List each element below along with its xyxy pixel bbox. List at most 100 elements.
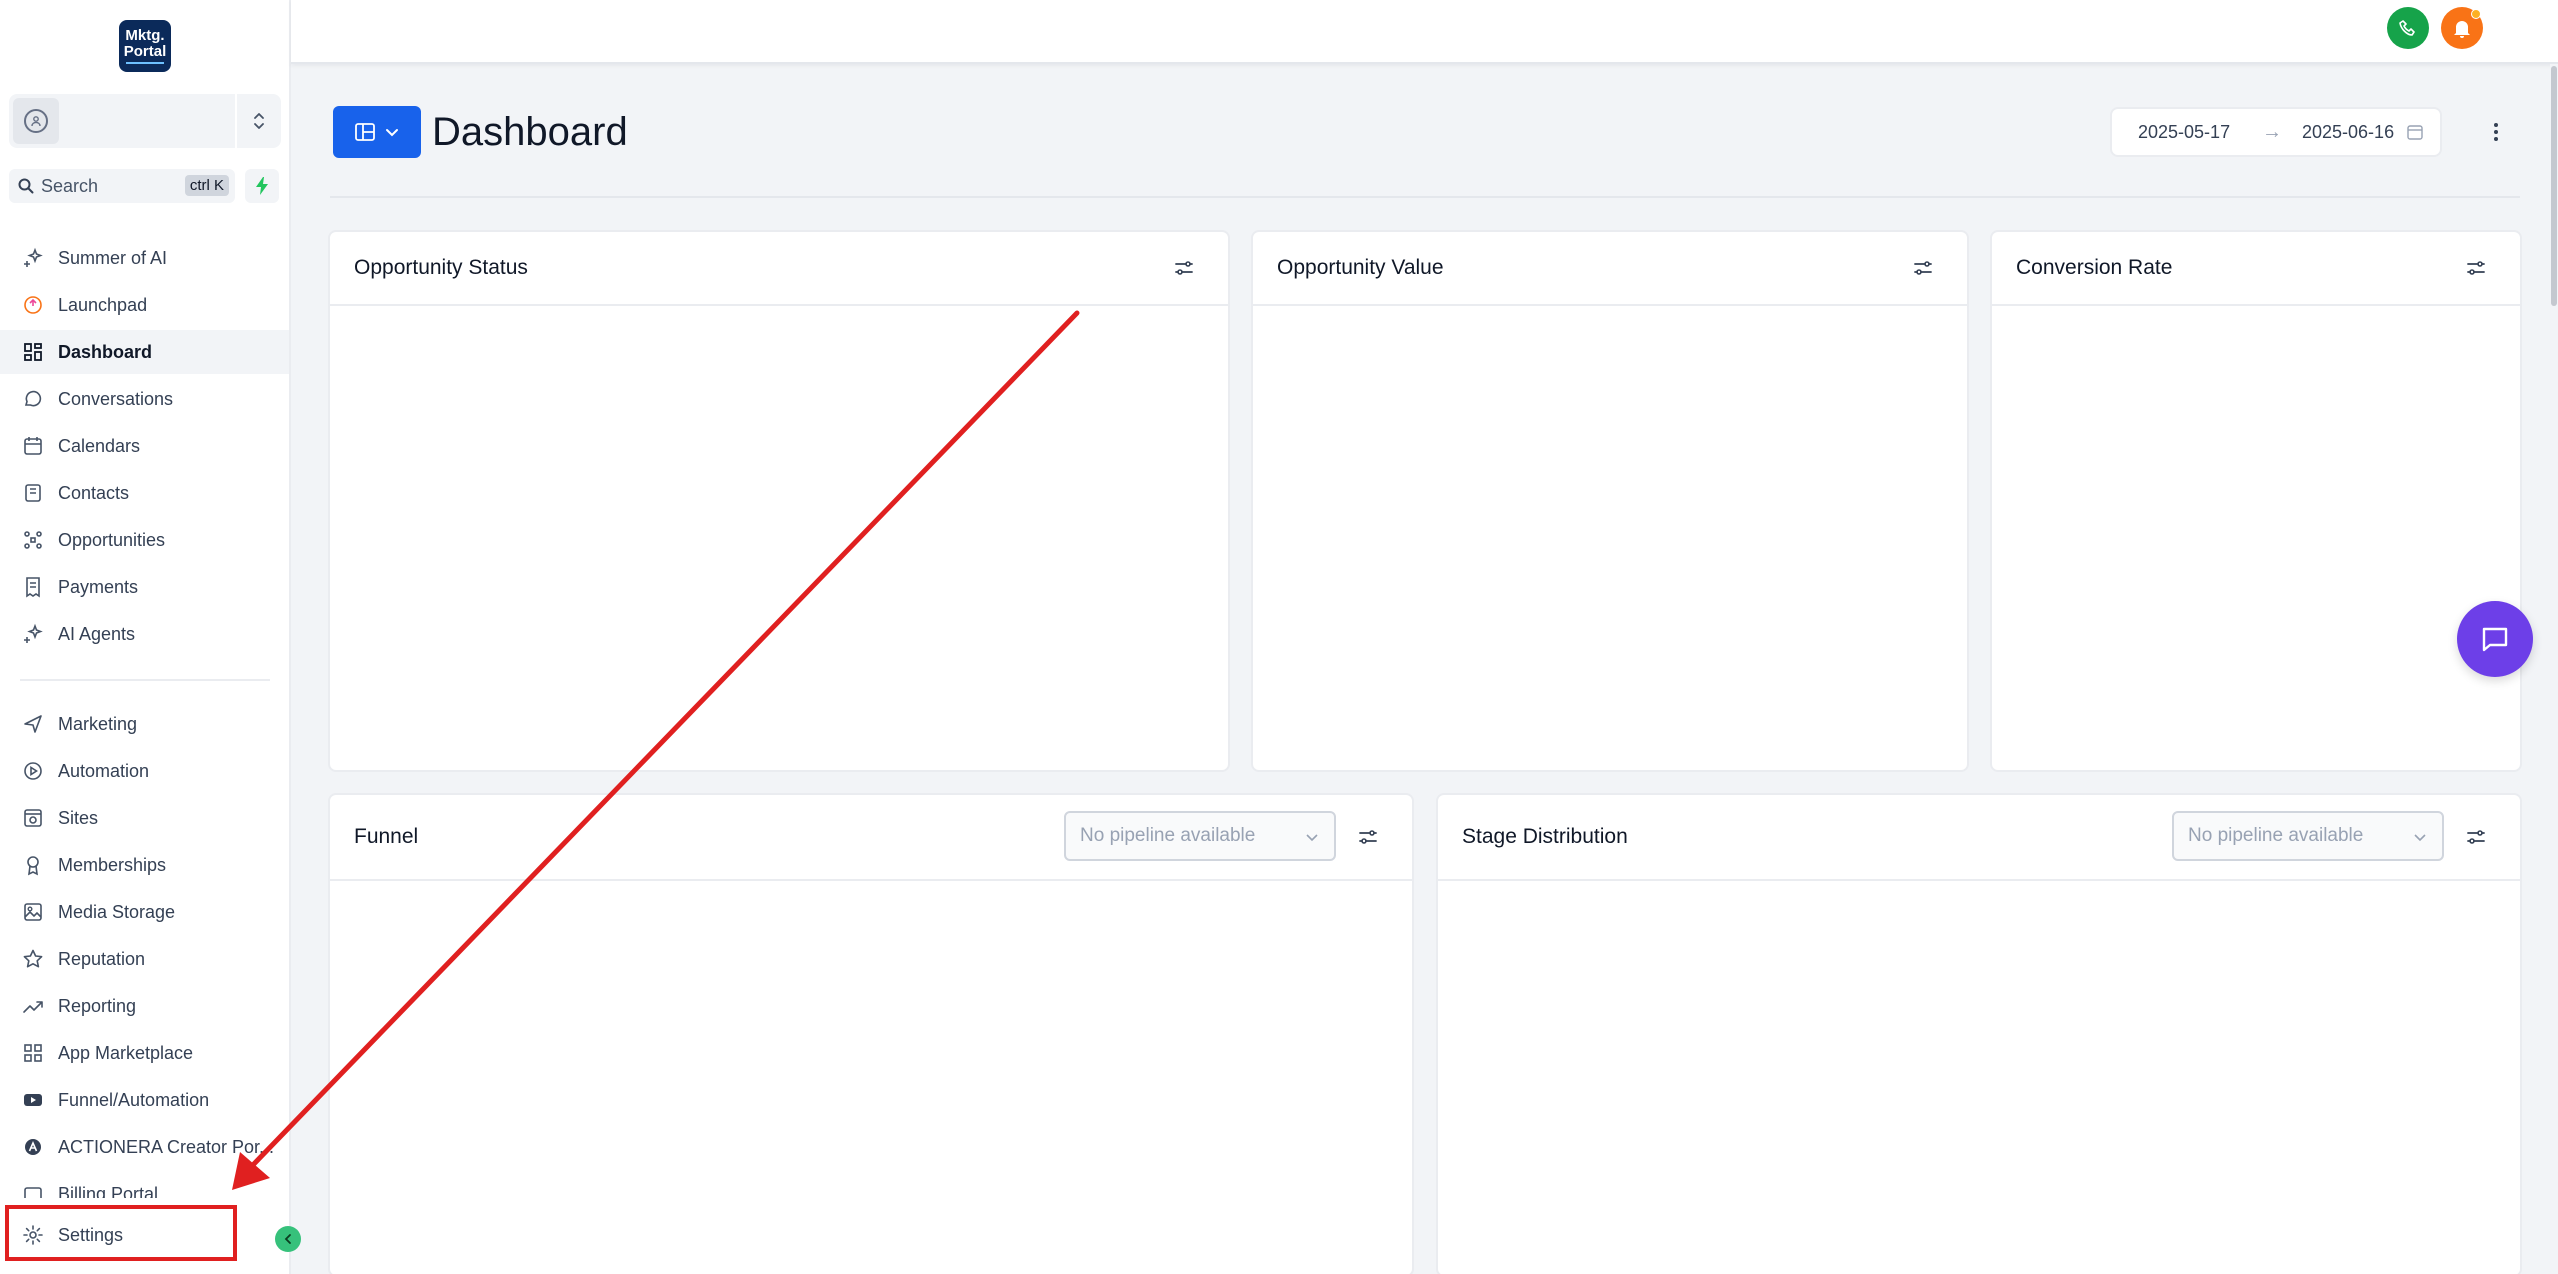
sparkle-icon: [22, 623, 44, 645]
scrollbar-thumb[interactable]: [2551, 66, 2557, 306]
sidebar-item-ai-agents[interactable]: AI Agents: [0, 612, 289, 656]
contacts-icon: [22, 482, 44, 504]
receipt-icon: [22, 576, 44, 598]
sidebar-item-dashboard[interactable]: Dashboard: [0, 330, 289, 374]
avatar: [13, 98, 59, 144]
card-title: Opportunity Status: [354, 256, 528, 279]
card-opportunity-status: Opportunity Status: [328, 230, 1230, 772]
top-bar: [291, 0, 2558, 64]
apps-icon: [22, 1042, 44, 1064]
sidebar-item-memberships[interactable]: Memberships: [0, 843, 289, 887]
card-conversion-rate: Conversion Rate: [1990, 230, 2522, 772]
pipeline-select[interactable]: No pipeline available: [2172, 811, 2444, 861]
sparkle-icon: [22, 247, 44, 269]
date-end[interactable]: 2025-06-16: [2302, 122, 2394, 143]
rocket-icon: [22, 294, 44, 316]
card-title: Opportunity Value: [1277, 256, 1444, 279]
layout-icon: [355, 123, 375, 141]
brand-logo[interactable]: Mktg. Portal: [119, 20, 171, 72]
trend-icon: [22, 995, 44, 1017]
sidebar-item-media-storage[interactable]: Media Storage: [0, 890, 289, 934]
filter-icon[interactable]: [1911, 256, 1935, 280]
message-icon: [2482, 627, 2508, 652]
search-shortcut: ctrl K: [184, 175, 229, 196]
search-placeholder: Search: [41, 175, 99, 196]
sidebar-item-automation[interactable]: Automation: [0, 749, 289, 793]
send-icon: [22, 713, 44, 735]
sidebar: Mktg. Portal Search ctrl K Summer of AI …: [0, 0, 301, 1274]
chat-icon: [22, 388, 44, 410]
card-opportunity-value: Opportunity Value: [1251, 230, 1969, 772]
more-options-icon[interactable]: [2486, 118, 2506, 146]
play-icon: [22, 760, 44, 782]
sidebar-item-contacts[interactable]: Contacts: [0, 471, 289, 515]
card-header: Funnel No pipeline available: [330, 795, 1412, 881]
chevron-down-icon: [2414, 834, 2426, 842]
filter-icon[interactable]: [1356, 825, 1380, 849]
card-title: Conversion Rate: [2016, 256, 2173, 279]
header-divider: [330, 196, 2520, 198]
chat-widget-button[interactable]: [2457, 601, 2533, 677]
sidebar-item-reputation[interactable]: Reputation: [0, 937, 289, 981]
chevron-left-icon: [284, 1234, 291, 1244]
collapse-sidebar-button[interactable]: [275, 1226, 301, 1252]
card-header: Opportunity Status: [330, 232, 1228, 306]
dashboard-switcher-button[interactable]: [333, 106, 421, 158]
notifications-button[interactable]: [2441, 7, 2483, 49]
card-header: Conversion Rate: [1992, 232, 2520, 306]
card-funnel: Funnel No pipeline available: [328, 793, 1414, 1274]
filter-icon[interactable]: [2464, 256, 2488, 280]
sidebar-item-funnel-automation[interactable]: Funnel/Automation: [0, 1078, 289, 1122]
user-icon: [24, 109, 48, 133]
sidebar-item-app-marketplace[interactable]: App Marketplace: [0, 1031, 289, 1075]
sidebar-item-payments[interactable]: Payments: [0, 565, 289, 609]
sidebar-item-marketing[interactable]: Marketing: [0, 702, 289, 746]
opportunities-icon: [22, 529, 44, 551]
annotation-highlight-box: [5, 1205, 237, 1261]
search-input[interactable]: Search ctrl K: [9, 169, 235, 203]
sidebar-item-actionera[interactable]: ACTIONERA Creator Por...: [0, 1125, 289, 1169]
quick-action-button[interactable]: [245, 169, 279, 203]
filter-icon[interactable]: [1172, 256, 1196, 280]
billing-icon: [22, 1184, 44, 1198]
sidebar-item-reporting[interactable]: Reporting: [0, 984, 289, 1028]
page-title: Dashboard: [432, 110, 628, 154]
actionera-icon: [22, 1136, 44, 1158]
card-header: Stage Distribution No pipeline available: [1438, 795, 2520, 881]
sidebar-item-sites[interactable]: Sites: [0, 796, 289, 840]
card-title: Funnel: [354, 825, 419, 848]
account-switcher[interactable]: [9, 94, 281, 148]
bell-icon: [2454, 21, 2470, 38]
sidebar-item-calendars[interactable]: Calendars: [0, 424, 289, 468]
pipeline-select[interactable]: No pipeline available: [1064, 811, 1336, 861]
notification-dot: [2471, 9, 2481, 19]
phone-icon: [2399, 20, 2415, 36]
video-icon: [22, 1089, 44, 1111]
page-scrollbar[interactable]: [2550, 64, 2558, 1274]
award-icon: [22, 854, 44, 876]
lightning-icon: [256, 177, 268, 195]
sidebar-item-summer-of-ai[interactable]: Summer of AI: [0, 236, 289, 280]
card-title: Stage Distribution: [1462, 825, 1628, 848]
card-header: Opportunity Value: [1253, 232, 1967, 306]
phone-button[interactable]: [2387, 7, 2429, 49]
filter-icon[interactable]: [2464, 825, 2488, 849]
sidebar-item-launchpad[interactable]: Launchpad: [0, 283, 289, 327]
grid-icon: [22, 341, 44, 363]
date-start[interactable]: 2025-05-17: [2138, 122, 2230, 143]
chevron-down-icon: [386, 129, 398, 137]
date-range-picker[interactable]: 2025-05-17 → 2025-06-16: [2110, 107, 2442, 157]
sidebar-item-opportunities[interactable]: Opportunities: [0, 518, 289, 562]
chevron-down-icon: [1306, 834, 1318, 842]
chevron-updown-icon[interactable]: [235, 94, 281, 148]
calendar-icon: [2407, 125, 2423, 140]
image-icon: [22, 901, 44, 923]
star-icon: [22, 948, 44, 970]
sidebar-item-conversations[interactable]: Conversations: [0, 377, 289, 421]
card-stage-distribution: Stage Distribution No pipeline available: [1436, 793, 2522, 1274]
calendar-icon: [22, 435, 44, 457]
sidebar-item-billing-portal[interactable]: Billing Portal: [0, 1172, 289, 1198]
search-icon: [18, 178, 34, 194]
arrow-right-icon: →: [2262, 120, 2282, 143]
sidebar-divider: [20, 679, 270, 681]
